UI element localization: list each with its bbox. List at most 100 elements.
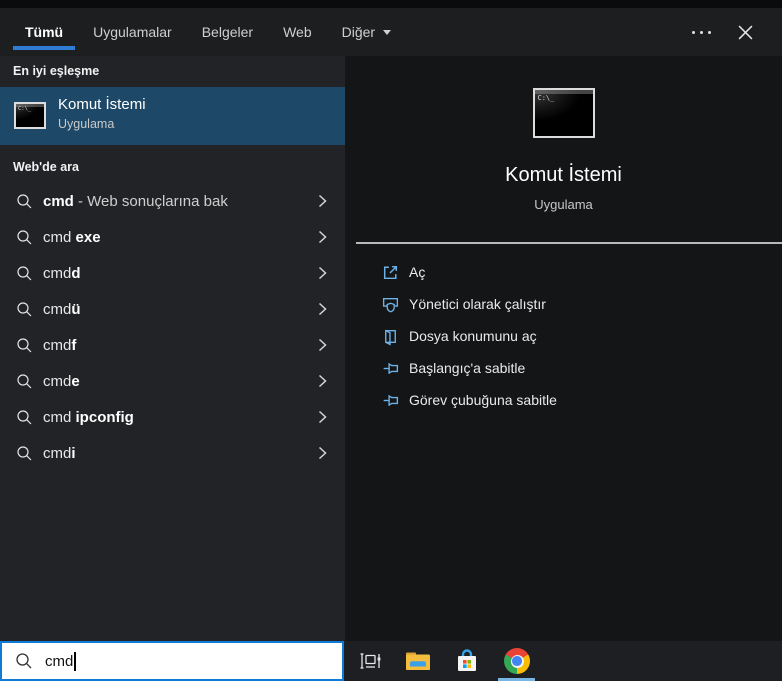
google-chrome-button[interactable] (498, 641, 535, 681)
action-run-as-admin[interactable]: Yönetici olarak çalıştır (345, 288, 782, 320)
search-query-text: cmd (45, 652, 74, 670)
suggestion-emphasis: exe (75, 228, 101, 246)
action-pin-to-start-label: Başlangıç'a sabitle (409, 360, 526, 376)
ellipsis-icon (699, 30, 703, 34)
search-icon (17, 229, 32, 244)
windows-search-flyout: Tümü Uygulamalar Belgeler Web Diğer En i… (0, 0, 782, 681)
microsoft-store-button[interactable] (452, 641, 482, 681)
command-prompt-icon: C:\_ (14, 102, 46, 129)
chevron-right-icon[interactable] (318, 338, 327, 352)
suggestion-emphasis: ipconfig (75, 408, 134, 426)
pin-to-start-icon (383, 362, 399, 374)
search-icon (17, 301, 32, 316)
chevron-right-icon[interactable] (318, 194, 327, 208)
chevron-right-icon[interactable] (318, 410, 327, 424)
suggestion-cmde[interactable]: cmde (0, 363, 345, 399)
suggestion-text: cmd - Web sonuçlarına bak (43, 193, 228, 210)
suggestion-text: cmd ipconfig (43, 409, 134, 426)
action-run-as-admin-label: Yönetici olarak çalıştır (409, 296, 546, 312)
tab-documents[interactable]: Belgeler (202, 8, 253, 56)
action-pin-to-taskbar[interactable]: Görev çubuğuna sabitle (345, 384, 782, 416)
web-suggestion-list: cmd - Web sonuçlarına bak cmd exe cmdd c… (0, 183, 345, 471)
suggestion-typed: cmd (43, 336, 72, 354)
suggestion-text: cmde (43, 373, 80, 390)
suggestion-emphasis: i (71, 444, 76, 462)
search-icon (17, 265, 32, 280)
microsoft-store-icon (458, 649, 476, 671)
active-tab-underline (13, 46, 76, 50)
suggestion-cmdu[interactable]: cmdü (0, 291, 345, 327)
run-as-admin-icon (382, 297, 399, 313)
suggestion-cmd-web[interactable]: cmd - Web sonuçlarına bak (0, 183, 345, 219)
suggestion-text: cmdd (43, 265, 81, 282)
chevron-right-icon[interactable] (318, 446, 327, 460)
search-filter-tabbar: Tümü Uygulamalar Belgeler Web Diğer (0, 8, 782, 56)
cmd-icon-prompt-text: C:\_ (537, 94, 555, 102)
suggestion-emphasis: f (71, 336, 77, 354)
chevron-right-icon[interactable] (318, 302, 327, 316)
suggestion-text: cmdü (43, 301, 81, 318)
task-view-button[interactable] (355, 641, 385, 681)
results-panel: En iyi eşleşme C:\_ Komut İstemi Uygulam… (0, 56, 345, 641)
preview-panel: C:\_ Komut İstemi Uygulama Aç Yönetici o… (345, 56, 782, 641)
command-prompt-icon: C:\_ (532, 88, 595, 138)
more-options-button[interactable] (686, 8, 716, 56)
chevron-down-icon (383, 29, 392, 35)
suggestion-typed: cmd (43, 300, 72, 318)
chevron-right-icon[interactable] (318, 374, 327, 388)
suggestion-cmdd[interactable]: cmdd (0, 255, 345, 291)
search-icon (17, 409, 32, 424)
preview-type: Uygulama (534, 197, 593, 212)
suggestion-emphasis: e (71, 372, 80, 390)
cmd-icon-prompt-text: C:\_ (18, 106, 32, 112)
search-icon (17, 445, 32, 460)
suggestion-typed: cmd (43, 408, 76, 426)
suggestion-text: cmdi (43, 445, 76, 462)
suggestion-typed: cmd (43, 372, 72, 390)
close-button[interactable] (730, 8, 760, 56)
tab-apps[interactable]: Uygulamalar (93, 8, 172, 56)
search-icon (17, 193, 32, 208)
taskbar (344, 641, 782, 681)
suggestion-extra: - Web sonuçlarına bak (73, 192, 228, 210)
suggestion-typed: cmd (43, 264, 72, 282)
best-match-header: En iyi eşleşme (13, 64, 100, 78)
window-top-edge (0, 0, 782, 8)
suggestion-text: cmd exe (43, 229, 101, 246)
suggestion-cmd-ipconfig[interactable]: cmd ipconfig (0, 399, 345, 435)
tab-web[interactable]: Web (283, 8, 312, 56)
suggestion-emphasis: cmd (43, 192, 74, 210)
task-view-icon (360, 653, 381, 669)
suggestion-emphasis: d (71, 264, 81, 282)
suggestion-cmdf[interactable]: cmdf (0, 327, 345, 363)
search-icon (17, 337, 32, 352)
tab-all[interactable]: Tümü (13, 8, 76, 56)
chrome-blue-core (512, 656, 522, 666)
action-open-label: Aç (409, 264, 426, 280)
chevron-right-icon[interactable] (318, 266, 327, 280)
suggestion-emphasis: ü (71, 300, 81, 318)
action-pin-to-start[interactable]: Başlangıç'a sabitle (345, 352, 782, 384)
suggestion-cmd-exe[interactable]: cmd exe (0, 219, 345, 255)
action-open-file-location[interactable]: Dosya konumunu aç (345, 320, 782, 352)
best-match-result[interactable]: C:\_ Komut İstemi Uygulama (0, 87, 345, 145)
suggestion-text: cmdf (43, 337, 76, 354)
tab-documents-label: Belgeler (201, 24, 254, 40)
tab-more-filters[interactable]: Diğer (341, 8, 392, 56)
file-explorer-button[interactable] (403, 641, 433, 681)
action-open-file-location-label: Dosya konumunu aç (409, 328, 537, 344)
action-pin-to-taskbar-label: Görev çubuğuna sabitle (409, 392, 557, 408)
best-match-title: Komut İstemi (58, 96, 146, 113)
action-list: Aç Yönetici olarak çalıştır Dosya konumu… (345, 256, 782, 416)
suggestion-cmdi[interactable]: cmdi (0, 435, 345, 471)
preview-title: Komut İstemi (505, 164, 622, 186)
best-match-text: Komut İstemi Uygulama (58, 96, 146, 131)
search-input[interactable]: cmd (0, 641, 344, 681)
pin-to-taskbar-icon (383, 394, 399, 406)
web-search-header: Web'de ara (13, 160, 79, 174)
action-open[interactable]: Aç (345, 256, 782, 288)
search-icon (16, 653, 32, 669)
tab-more-filters-label: Diğer (341, 24, 376, 40)
tab-apps-label: Uygulamalar (93, 24, 172, 40)
chevron-right-icon[interactable] (318, 230, 327, 244)
